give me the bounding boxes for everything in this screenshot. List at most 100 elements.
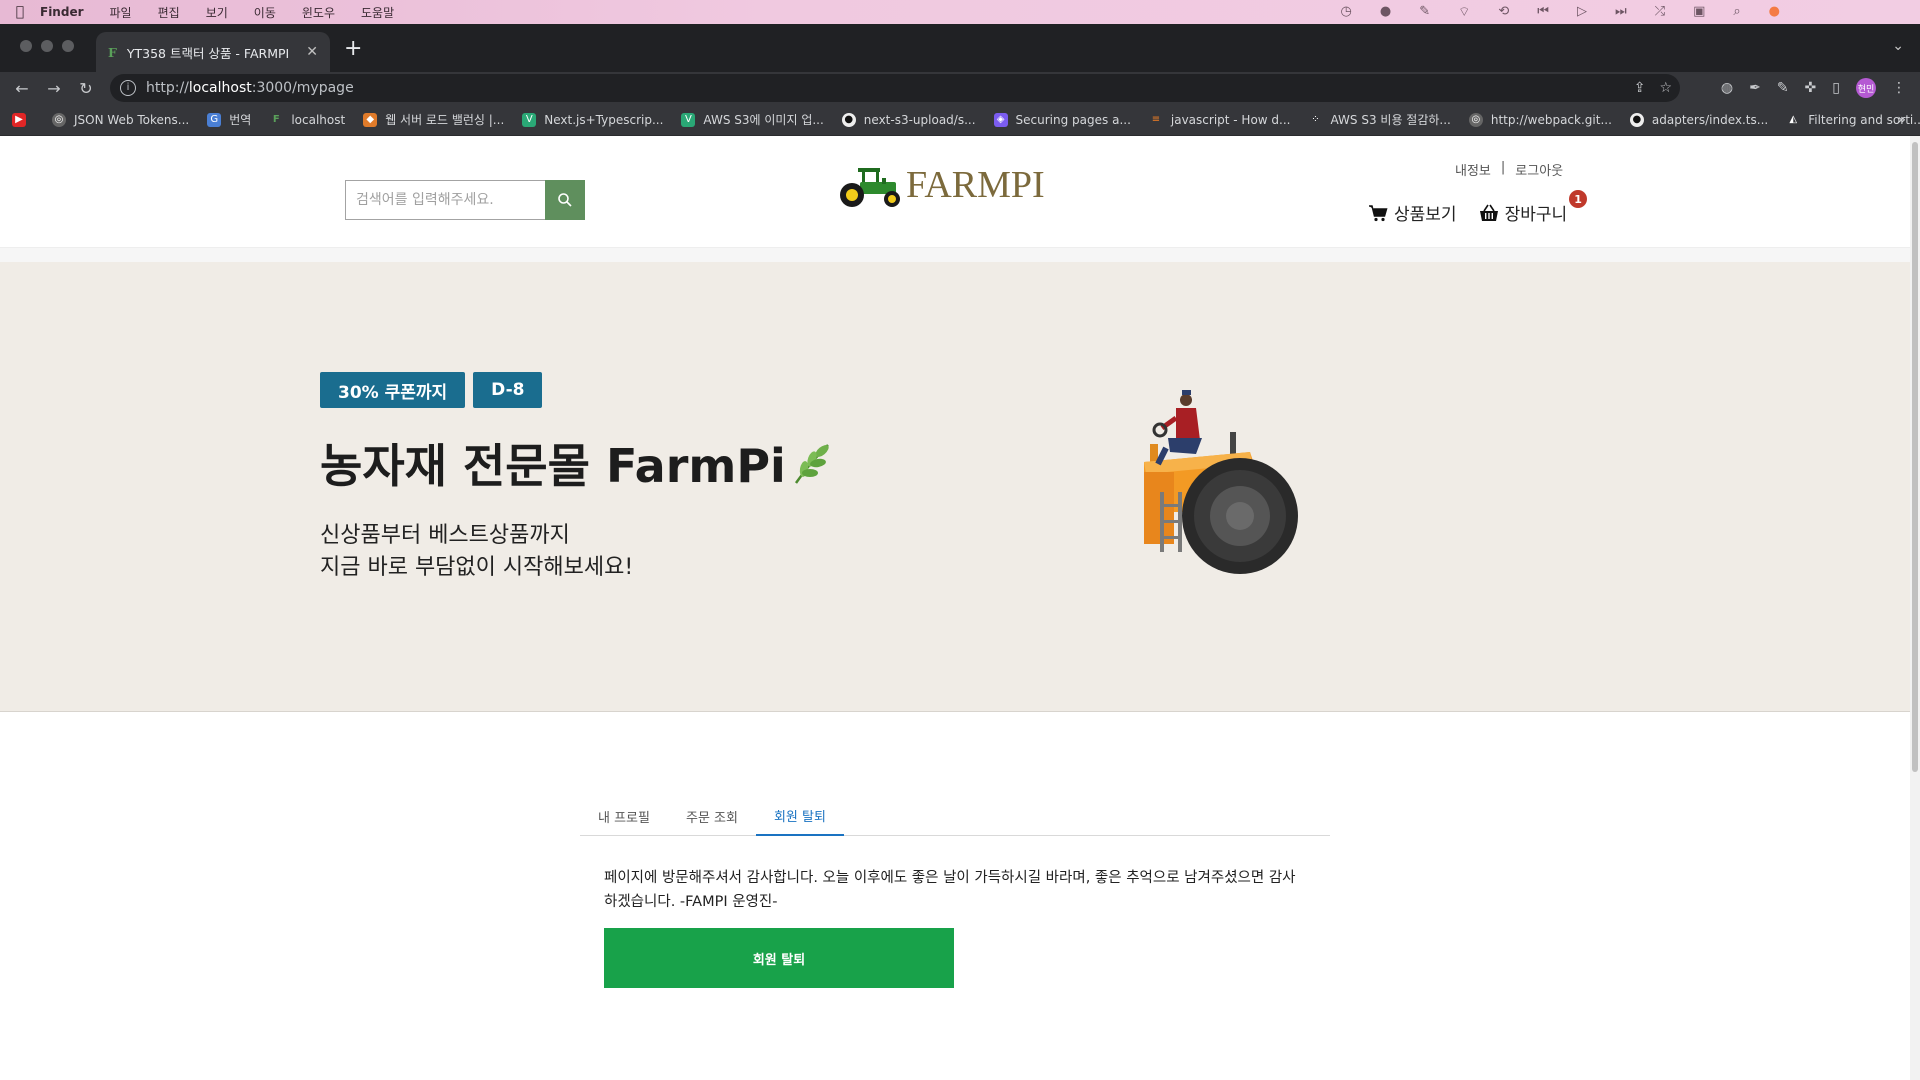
new-tab-button[interactable]: + <box>344 38 362 60</box>
maximize-window-button[interactable] <box>62 40 74 52</box>
tab-favicon-icon: F <box>108 44 117 60</box>
play-icon[interactable]: ▷ <box>1577 4 1587 20</box>
web-page: FARMPI 내정보 | 로그아웃 상품보기 장바구니 1 30% 쿠폰까지 D… <box>0 136 1920 1080</box>
hero-title-text: 농자재 전문몰 FarmPi <box>320 439 786 493</box>
bookmark-item[interactable]: ◆ 웹 서버 로드 밸런싱 |... <box>363 111 504 128</box>
url-path: :3000/mypage <box>251 80 354 96</box>
bookmark-item[interactable]: V AWS S3에 이미지 업... <box>681 111 824 128</box>
menu-help[interactable]: 도움말 <box>361 4 394 21</box>
extension-feather-icon[interactable]: ✒ <box>1749 80 1761 96</box>
bookmark-item[interactable]: ● adapters/index.ts... <box>1629 112 1768 127</box>
menu-view[interactable]: 보기 <box>206 4 228 21</box>
tab-withdraw[interactable]: 회원 탈퇴 <box>755 796 844 836</box>
prev-track-icon[interactable]: ⏮ <box>1537 4 1549 20</box>
back-button[interactable]: ← <box>6 79 38 98</box>
search-box <box>345 180 585 220</box>
drop-icon: ◭ <box>1789 113 1798 125</box>
cart-link[interactable]: 장바구니 1 <box>1479 190 1588 225</box>
notification-dot-icon[interactable]: ● <box>1769 4 1780 20</box>
forward-button[interactable]: → <box>38 79 70 98</box>
shield-icon: ◈ <box>993 112 1008 127</box>
stackoverflow-icon: ≡ <box>1151 113 1161 125</box>
menu-window[interactable]: 윈도우 <box>302 4 335 21</box>
url-prefix: http:// <box>146 80 189 96</box>
translate-icon: G <box>207 112 222 127</box>
github-icon: ● <box>841 112 856 127</box>
extensions-puzzle-icon[interactable]: ✜ <box>1805 80 1817 96</box>
clock-status-icon[interactable]: ◷ <box>1341 4 1352 20</box>
bookmark-item[interactable]: ⁘ AWS S3 비용 절감하... <box>1309 111 1451 128</box>
hero-banner: 30% 쿠폰까지 D-8 농자재 전문몰 FarmPi 신상품부터 베스트상품까… <box>0 262 1910 712</box>
bookmark-item[interactable]: ▶ <box>12 112 34 127</box>
logout-link[interactable]: 로그아웃 <box>1515 160 1563 179</box>
tab-close-icon[interactable]: ✕ <box>306 44 318 60</box>
bookmark-item[interactable]: ● next-s3-upload/s... <box>841 112 976 127</box>
minimize-window-button[interactable] <box>41 40 53 52</box>
record-status-icon[interactable]: ● <box>1380 4 1391 20</box>
menu-file[interactable]: 파일 <box>110 4 132 21</box>
extension-pen-icon[interactable]: ✎ <box>1777 80 1789 96</box>
bookmark-item[interactable]: G 번역 <box>207 111 251 128</box>
menubar-status-icons: ◷ ● ✎ ⌔ ⟲ ⏮ ▷ ⏭ ⤮ ▣ ⌕ ● <box>1341 4 1780 20</box>
menu-finder[interactable]: Finder <box>40 5 84 19</box>
browser-toolbar: ← → ↻ i http://localhost:3000/mypage ⇪ ☆… <box>0 72 1920 104</box>
dots-icon: ⁘ <box>1311 113 1320 125</box>
bookmark-star-icon[interactable]: ☆ <box>1659 80 1672 96</box>
leaf-status-icon[interactable]: ✎ <box>1419 4 1430 20</box>
browser-chrome: F YT358 트랙터 상품 - FARMPI ✕ + ⌄ ← → ↻ i ht… <box>0 24 1920 136</box>
window-controls <box>20 40 74 52</box>
shuffle-icon[interactable]: ⤮ <box>1655 4 1665 20</box>
bookmark-item[interactable]: ◎ http://webpack.git... <box>1468 112 1612 127</box>
browser-tab-active[interactable]: F YT358 트랙터 상품 - FARMPI ✕ <box>96 32 330 72</box>
share-icon[interactable]: ⇪ <box>1634 80 1646 96</box>
menu-go[interactable]: 이동 <box>254 4 276 21</box>
wifi-status-icon[interactable]: ⌔ <box>1458 4 1470 20</box>
side-panel-icon[interactable]: ▯ <box>1832 80 1840 96</box>
search-input[interactable] <box>345 180 545 220</box>
bookmarks-overflow-icon[interactable]: » <box>1897 112 1906 128</box>
hero-subtitle-line2: 지금 바로 부담없이 시작해보세요! <box>320 555 634 580</box>
tab-order-history[interactable]: 주문 조회 <box>668 796 756 836</box>
bookmark-item[interactable]: ◈ Securing pages a... <box>993 112 1131 127</box>
bookmark-item[interactable]: Flocalhost <box>269 113 345 127</box>
keyboard-status-icon[interactable]: ▣ <box>1693 4 1705 20</box>
address-bar[interactable]: i http://localhost:3000/mypage ⇪ ☆ <box>110 74 1680 102</box>
withdraw-button[interactable]: 회원 탈퇴 <box>604 928 954 988</box>
browser-menu-icon[interactable]: ⋮ <box>1892 80 1906 96</box>
extensions-area: ◍ ✒ ✎ ✜ ▯ 현민 ⋮ <box>1721 78 1906 98</box>
youtube-icon: ▶ <box>12 112 26 127</box>
bookmark-item[interactable]: ≡ javascript - How d... <box>1149 113 1291 127</box>
tractor-logo-icon <box>840 168 900 207</box>
reload-button[interactable]: ↻ <box>70 79 102 98</box>
repeat-status-icon[interactable]: ⟲ <box>1498 4 1509 20</box>
page-scrollbar[interactable] <box>1910 136 1920 1080</box>
tab-search-chevron-icon[interactable]: ⌄ <box>1892 38 1904 54</box>
mac-menubar:  Finder 파일 편집 보기 이동 윈도우 도움말 ◷ ● ✎ ⌔ ⟲ ⏮… <box>0 0 1920 24</box>
header-divider <box>0 248 1910 262</box>
products-link[interactable]: 상품보기 <box>1368 200 1457 225</box>
mypage-tabs: 내 프로필 주문 조회 회원 탈퇴 <box>580 796 1330 836</box>
spotlight-icon[interactable]: ⌕ <box>1733 4 1740 20</box>
coupon-badge: 30% 쿠폰까지 <box>320 372 466 408</box>
tab-my-profile[interactable]: 내 프로필 <box>580 796 668 836</box>
hero-badges: 30% 쿠폰까지 D-8 <box>320 372 543 408</box>
next-track-icon[interactable]: ⏭ <box>1615 4 1627 20</box>
bookmark-item[interactable]: ◎ JSON Web Tokens... <box>52 112 189 127</box>
extension-a-icon[interactable]: ◍ <box>1721 80 1733 96</box>
site-info-icon[interactable]: i <box>120 80 136 96</box>
menu-edit[interactable]: 편집 <box>158 4 180 21</box>
close-window-button[interactable] <box>20 40 32 52</box>
globe-icon: ◎ <box>52 112 66 127</box>
my-info-link[interactable]: 내정보 <box>1455 160 1491 179</box>
dday-badge: D-8 <box>473 372 543 408</box>
scrollbar-thumb[interactable] <box>1912 142 1918 772</box>
v-icon: V <box>681 112 696 127</box>
apple-menu-icon[interactable]:  <box>0 4 40 20</box>
profile-avatar[interactable]: 현민 <box>1856 78 1876 98</box>
link-separator: | <box>1500 160 1506 175</box>
bookmark-item[interactable]: V Next.js+Typescrip... <box>522 112 663 127</box>
search-button[interactable] <box>545 180 585 220</box>
site-logo[interactable]: FARMPI <box>838 162 1045 208</box>
box-icon: ◆ <box>363 112 378 127</box>
withdraw-message: 페이지에 방문해주셔서 감사합니다. 오늘 이후에도 좋은 날이 가득하시길 바… <box>604 870 1296 910</box>
